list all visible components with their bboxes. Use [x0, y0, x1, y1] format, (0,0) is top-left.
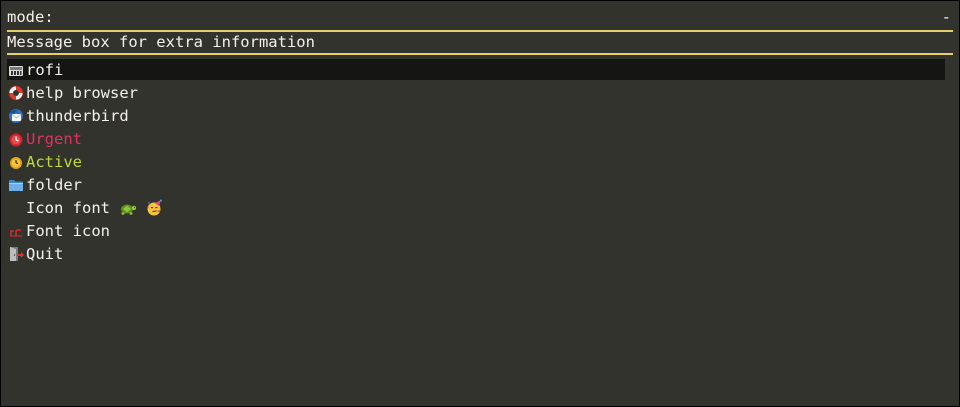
- list-item-label: Font icon: [26, 221, 110, 240]
- folder-icon: [9, 179, 23, 191]
- party-face-emoji: [147, 199, 162, 215]
- mode-prompt: mode:: [7, 8, 54, 26]
- exit-door-icon: [10, 246, 24, 261]
- list-item-urgent[interactable]: Urgent: [7, 128, 945, 149]
- message-box: Message box for extra information: [7, 33, 315, 51]
- result-list: rofi help browser thunderbird Urgent Act…: [7, 59, 945, 266]
- rofi-window: mode: - Message box for extra informatio…: [0, 0, 960, 407]
- thunderbird-icon: [9, 108, 23, 123]
- list-item-label: Quit: [26, 244, 64, 263]
- list-item-label: Icon font: [26, 198, 110, 217]
- separator-bottom: [7, 53, 953, 55]
- input-bar[interactable]: mode: -: [7, 5, 953, 30]
- list-item-font-icon[interactable]: Font icon: [7, 220, 945, 241]
- list-item-label: Urgent: [26, 129, 82, 148]
- list-item-active[interactable]: Active: [7, 151, 945, 172]
- list-item-label: folder: [26, 175, 82, 194]
- list-item-quit[interactable]: Quit: [7, 243, 945, 264]
- list-item-label: Active: [26, 152, 82, 171]
- list-item-label: help browser: [26, 83, 138, 102]
- list-item-label: thunderbird: [26, 106, 129, 125]
- list-item-thunderbird[interactable]: thunderbird: [7, 105, 945, 126]
- lifebuoy-icon: [8, 85, 24, 100]
- font-glyph-icon: [10, 228, 22, 236]
- separator-top: [7, 30, 953, 32]
- list-item-folder[interactable]: folder: [7, 174, 945, 195]
- list-item-help-browser[interactable]: help browser: [7, 82, 945, 103]
- list-item-rofi[interactable]: rofi: [7, 59, 945, 80]
- clock-icon: [10, 156, 22, 169]
- list-item-icon-font[interactable]: Icon font: [7, 197, 945, 218]
- rofi-app-icon: [9, 65, 23, 76]
- alarm-clock-icon: [9, 132, 23, 146]
- case-indicator: -: [941, 8, 951, 26]
- turtle-emoji: [121, 204, 137, 215]
- empty-icon-slot: [8, 200, 24, 216]
- list-item-label: rofi: [26, 60, 64, 79]
